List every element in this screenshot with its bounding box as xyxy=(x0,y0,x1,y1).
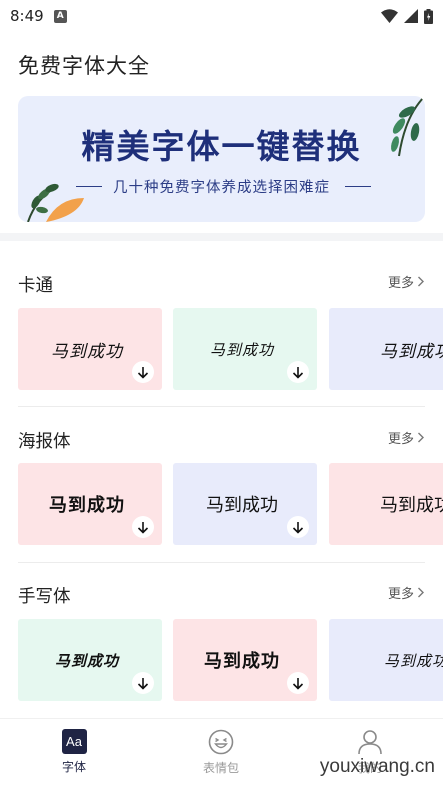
font-card[interactable]: 马到成功 xyxy=(329,463,443,545)
user-icon xyxy=(358,730,382,755)
font-sample: 马到成功 xyxy=(380,495,443,516)
download-icon[interactable] xyxy=(287,672,309,694)
emoji-face-icon xyxy=(208,729,234,755)
download-icon[interactable] xyxy=(287,516,309,538)
more-link-poster[interactable]: 更多 xyxy=(388,428,425,447)
chevron-right-icon xyxy=(418,432,424,443)
banner-line-right xyxy=(345,186,371,187)
row-separator xyxy=(18,562,425,563)
watermark: youxiwang.cn xyxy=(319,756,435,777)
font-card[interactable]: 马到成功 xyxy=(329,308,443,390)
font-sample: 马到成功 xyxy=(51,341,123,362)
font-card[interactable]: 马到成功 xyxy=(18,463,162,545)
font-sample: 马到成功 xyxy=(206,495,278,515)
row-separator xyxy=(18,406,425,407)
battery-icon xyxy=(424,8,433,24)
more-label: 更多 xyxy=(387,432,414,447)
font-sample: 马到成功 xyxy=(380,341,443,362)
font-icon: Aa xyxy=(61,729,87,754)
font-sample: 马到成功 xyxy=(209,340,274,359)
font-card[interactable]: 马到成功 xyxy=(173,463,317,545)
section-title-cartoon: 卡通 xyxy=(18,276,53,296)
more-link-cartoon[interactable]: 更多 xyxy=(388,272,425,291)
signal-icon xyxy=(404,9,418,23)
font-card[interactable]: 马到成功 xyxy=(329,619,443,701)
chevron-right-icon xyxy=(418,276,424,287)
tab-label: 字体 xyxy=(61,760,86,774)
card-row-cartoon: 马到成功 马到成功 马到成功 xyxy=(18,308,443,390)
more-label: 更多 xyxy=(387,587,414,602)
status-time: 8:49 xyxy=(10,7,44,25)
tab-label: 表情包 xyxy=(202,761,239,775)
download-icon[interactable] xyxy=(132,672,154,694)
banner-title: 精美字体一键替换 xyxy=(81,127,362,166)
font-sample: 马到成功 xyxy=(383,651,443,670)
tab-stickers[interactable]: 表情包 xyxy=(166,729,276,776)
tab-fonts[interactable]: Aa 字体 xyxy=(19,729,129,775)
font-card[interactable]: 马到成功 xyxy=(173,619,317,701)
more-label: 更多 xyxy=(387,276,414,291)
font-card[interactable]: 马到成功 xyxy=(18,308,162,390)
section-title-poster: 海报体 xyxy=(18,432,71,452)
font-sample: 马到成功 xyxy=(204,651,280,672)
promo-banner[interactable]: 精美字体一键替换 几十种免费字体养成选择困难症 xyxy=(18,96,425,222)
more-link-handwriting[interactable]: 更多 xyxy=(388,583,425,602)
download-icon[interactable] xyxy=(132,516,154,538)
font-card[interactable]: 马到成功 xyxy=(173,308,317,390)
section-divider xyxy=(0,233,443,241)
card-row-poster: 马到成功 马到成功 马到成功 xyxy=(18,463,443,545)
card-row-handwriting: 马到成功 马到成功 马到成功 xyxy=(18,619,443,701)
font-sample: 马到成功 xyxy=(49,495,125,516)
section-title-handwriting: 手写体 xyxy=(18,587,71,607)
download-icon[interactable] xyxy=(287,361,309,383)
status-icons xyxy=(381,8,433,24)
font-sample: 马到成功 xyxy=(54,651,119,670)
font-card[interactable]: 马到成功 xyxy=(18,619,162,701)
download-icon[interactable] xyxy=(132,361,154,383)
notification-icon: A xyxy=(53,9,67,23)
status-bar: 8:49 A xyxy=(0,0,443,32)
wifi-icon xyxy=(381,9,398,23)
page-title: 免费字体大全 xyxy=(18,54,150,78)
chevron-right-icon xyxy=(418,587,424,598)
